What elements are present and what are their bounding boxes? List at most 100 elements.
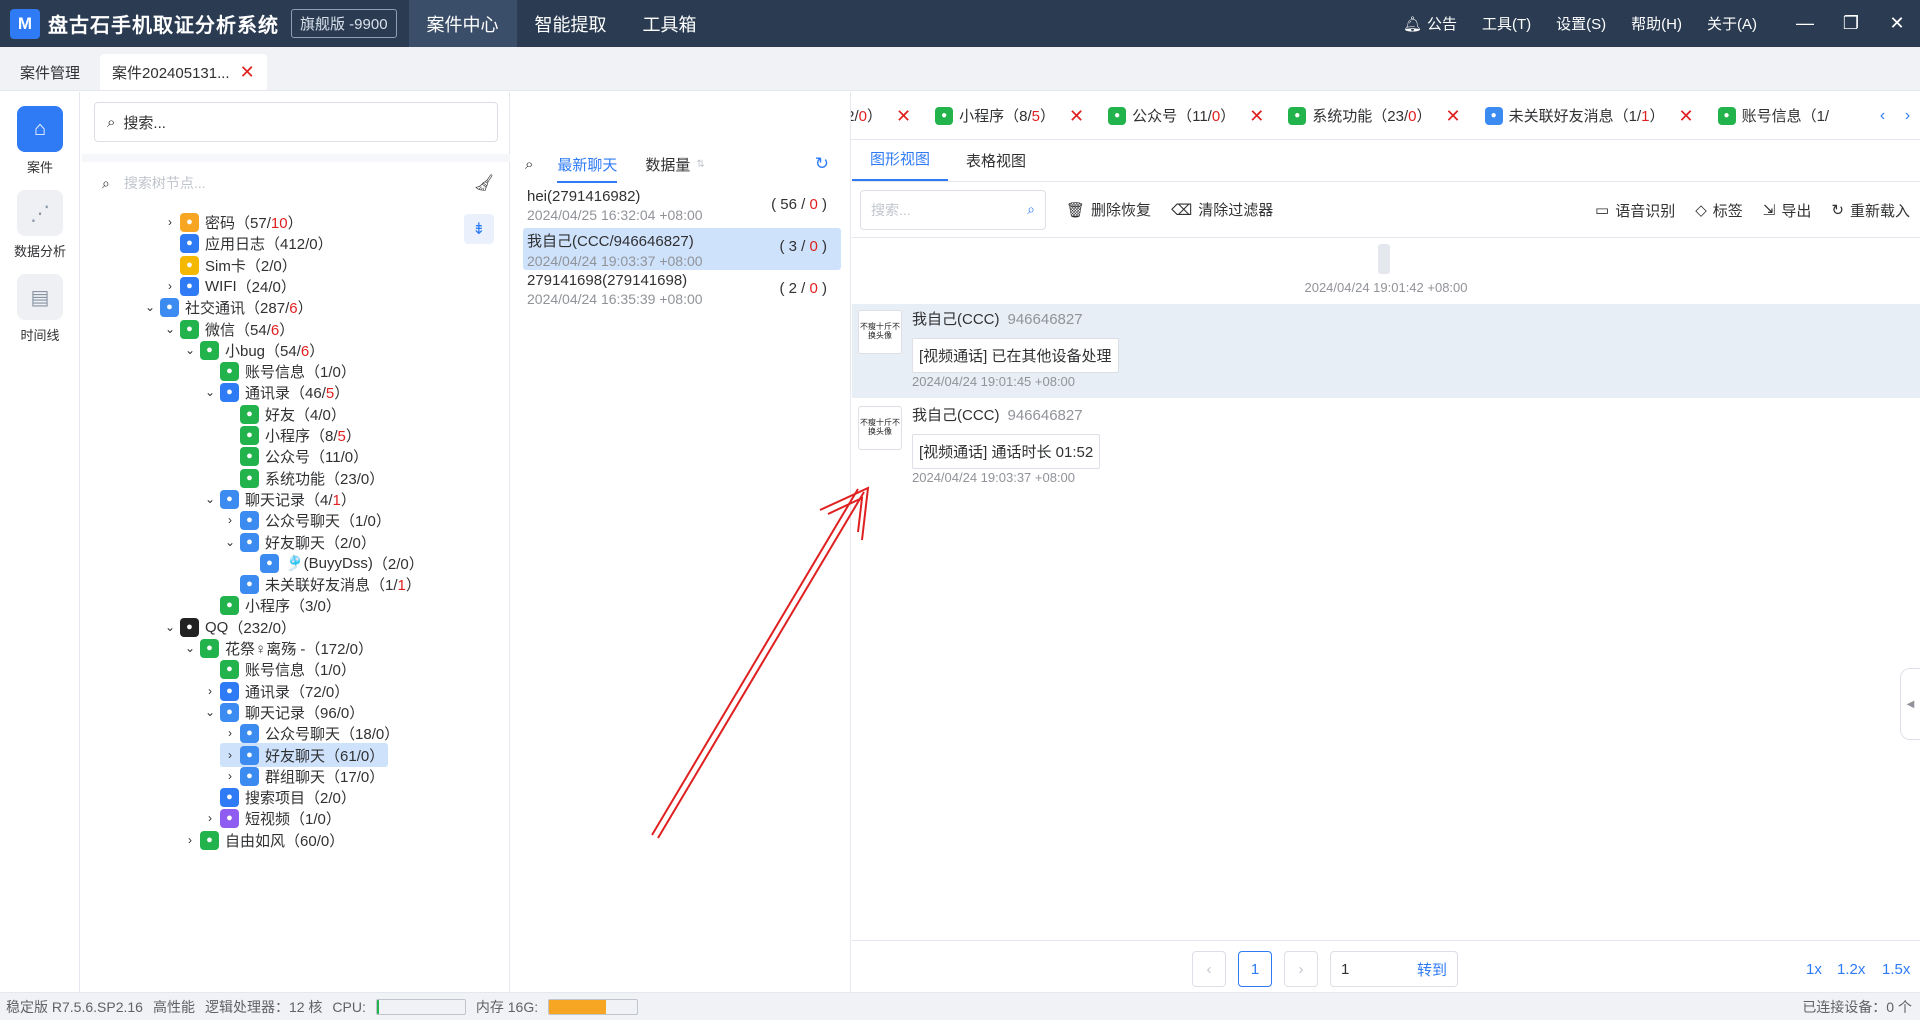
chat-tab[interactable]: ● 账号信息（1/: [1706, 92, 1842, 139]
tree-node-label: 通讯录: [245, 683, 291, 701]
page-number[interactable]: 1: [1238, 951, 1272, 987]
tree-node[interactable]: ⌄ ● 社交通讯 （287/6）: [140, 295, 313, 319]
export-button[interactable]: ⇲ 导出: [1763, 200, 1812, 221]
tree-node[interactable]: ⌄ ● 通讯录 （46/5）: [200, 380, 349, 404]
rail-item-case[interactable]: ⌂ 案件: [0, 106, 80, 176]
tag-button[interactable]: ◇ 标签: [1695, 200, 1743, 221]
close-tab-icon[interactable]: ✕: [1446, 107, 1461, 125]
session-item[interactable]: hei(2791416982) 2024/04/25 16:32:04 +08:0…: [523, 186, 841, 228]
side-panel-handle-icon[interactable]: ◀: [1900, 668, 1920, 740]
tree-node-count: （46/5）: [290, 384, 350, 402]
chevron-down-icon[interactable]: ⌄: [200, 385, 220, 399]
message-bubble[interactable]: [视频通话] 通话时长 01:52: [912, 434, 1101, 469]
speed-1-5x[interactable]: 1.5x: [1882, 961, 1910, 978]
reload-button[interactable]: ↻ 重新载入: [1831, 200, 1910, 221]
chevron-down-icon[interactable]: ⌄: [140, 300, 160, 314]
close-tab-icon[interactable]: ✕: [240, 63, 255, 81]
menu-about[interactable]: 关于(A): [1707, 13, 1757, 34]
tree-node[interactable]: ● 账号信息 （1/0）: [200, 657, 356, 681]
app-title: 盘古石手机取证分析系统: [48, 15, 279, 37]
chevron-right-icon[interactable]: ›: [180, 833, 200, 847]
scroll-handle[interactable]: [1378, 244, 1390, 274]
notice-button[interactable]: 🔔︎ 公告: [1403, 13, 1457, 34]
menu-smart-extract[interactable]: 智能提取: [517, 0, 625, 47]
chevron-right-icon[interactable]: ›: [200, 684, 220, 698]
tab-graphic-view[interactable]: 图形视图: [852, 148, 949, 181]
rail-item-analysis[interactable]: ⋰ 数据分析: [0, 190, 80, 260]
refresh-icon[interactable]: ↻: [815, 154, 829, 174]
speed-1x[interactable]: 1x: [1806, 961, 1822, 978]
chevron-down-icon[interactable]: ⌄: [180, 343, 200, 357]
speed-1-2x[interactable]: 1.2x: [1837, 961, 1865, 978]
tab-latest-chat[interactable]: 最新聊天: [557, 154, 618, 183]
chevron-right-icon[interactable]: ›: [220, 769, 240, 783]
chevron-down-icon[interactable]: ⌄: [200, 705, 220, 719]
chevron-right-icon[interactable]: ›: [220, 748, 240, 762]
chevron-right-icon[interactable]: ›: [220, 513, 240, 527]
tree-node-count: （2/0）: [372, 555, 424, 573]
close-tab-icon[interactable]: ✕: [896, 107, 911, 125]
tree-node[interactable]: ● 小程序 （3/0）: [200, 593, 341, 617]
chevron-down-icon[interactable]: ⌄: [160, 620, 180, 634]
close-tab-icon[interactable]: ✕: [1678, 107, 1693, 125]
chat-tab[interactable]: ● 小程序（8/5） ✕: [923, 92, 1096, 139]
session-toolbar: ⌕ 最新聊天 数据量 ⇅ ↻: [511, 144, 851, 184]
tree-node[interactable]: › ● 自由如风 （60/0）: [180, 828, 344, 852]
session-item[interactable]: 279141698(279141698) 2024/04/24 16:35:39 …: [523, 270, 841, 312]
chevron-right-icon[interactable]: ›: [200, 811, 220, 825]
case-tab-current[interactable]: 案件20240513​1... ✕: [100, 54, 267, 90]
clear-filter-button[interactable]: ⌫ 清除过滤器: [1171, 199, 1273, 220]
close-tab-icon[interactable]: ✕: [1069, 107, 1084, 125]
message-search-input[interactable]: 搜索... ⌕: [860, 189, 1046, 230]
chevron-down-icon[interactable]: ⌄: [220, 535, 240, 549]
close-tab-icon[interactable]: ✕: [1249, 107, 1264, 125]
menu-tools[interactable]: 工具(T): [1482, 13, 1531, 34]
chat-tab-label: 系统功能（23/0）: [1312, 105, 1431, 126]
menu-help[interactable]: 帮助(H): [1631, 13, 1682, 34]
minimize-icon[interactable]: —: [1782, 0, 1828, 47]
menu-toolbox[interactable]: 工具箱: [625, 0, 715, 47]
chat-tab[interactable]: ● 系统功能（23/0） ✕: [1276, 92, 1472, 139]
sort-icon[interactable]: ⇅: [696, 159, 704, 170]
tree-node-count: （1/0）: [290, 810, 341, 828]
tree-search-input[interactable]: ⌕ 搜索树节点... 🧹︎: [102, 168, 502, 198]
voice-recognition-button[interactable]: ▭ 语音识别: [1595, 200, 1675, 221]
message-item[interactable]: 不瘦十斤不换头像 我自己(CCC) 946646827 [视频通话] 通话时长 0…: [852, 400, 1920, 494]
case-search-input[interactable]: ⌕ 搜索...: [94, 102, 498, 142]
menu-case-center[interactable]: 案件中心: [408, 0, 517, 47]
tab-data-count[interactable]: 数据量: [645, 154, 690, 175]
close-icon[interactable]: ✕: [1874, 0, 1920, 47]
tree-node[interactable]: › ● 公众号聊天 （18/0）: [220, 721, 399, 745]
message-item[interactable]: 不瘦十斤不换头像 我自己(CCC) 946646827 [视频通话] 已在其他设备…: [852, 304, 1920, 398]
chat-tab[interactable]: ● 公众号（11/0） ✕: [1096, 92, 1276, 139]
goto-button[interactable]: 转到: [1417, 959, 1447, 980]
key-icon: ●: [180, 212, 199, 232]
tree-node[interactable]: › ● 短视频 （1/0）: [200, 806, 341, 830]
chevron-right-icon[interactable]: ›: [1905, 107, 1910, 125]
tree-node[interactable]: › ● 公众号聊天 （1/0）: [220, 508, 391, 532]
restore-icon[interactable]: ❐: [1828, 0, 1874, 47]
next-page-icon[interactable]: ›: [1284, 951, 1318, 987]
chat-tab[interactable]: ● 未关联好友消息（1/1） ✕: [1473, 92, 1706, 139]
chevron-right-icon[interactable]: ›: [220, 726, 240, 740]
tree-node[interactable]: ● 应用日志 （412/0）: [160, 231, 333, 255]
case-tab-manage[interactable]: 案件管理: [8, 54, 92, 90]
session-item[interactable]: 我自己(CCC/946646827) 2024/04/24 19:03:37 +0…: [523, 228, 841, 270]
message-bubble[interactable]: [视频通话] 已在其他设备处理: [912, 338, 1119, 373]
tab-table-view[interactable]: 表格视图: [948, 150, 1044, 181]
delete-recover-button[interactable]: 🗑︎ 删除恢复: [1066, 199, 1151, 220]
chevron-right-icon[interactable]: ›: [160, 215, 180, 229]
chevron-down-icon[interactable]: ⌄: [160, 322, 180, 336]
chevron-left-icon[interactable]: ‹: [1880, 107, 1885, 125]
search-icon[interactable]: ⌕: [525, 156, 533, 173]
goto-page-input[interactable]: 1 转到: [1330, 951, 1458, 987]
chevron-down-icon[interactable]: ⌄: [180, 641, 200, 655]
chevron-down-icon[interactable]: ⌄: [200, 492, 220, 506]
broom-icon[interactable]: 🧹︎: [474, 173, 494, 193]
rail-item-timeline[interactable]: ▤ 时间线: [0, 274, 80, 344]
prev-page-icon[interactable]: ‹: [1192, 951, 1226, 987]
menu-settings[interactable]: 设置(S): [1556, 13, 1606, 34]
sender-uid: 946646827: [1007, 311, 1083, 328]
chevron-right-icon[interactable]: ›: [160, 279, 180, 293]
tree-node[interactable]: ● 公众号 （11/0）: [220, 444, 368, 468]
